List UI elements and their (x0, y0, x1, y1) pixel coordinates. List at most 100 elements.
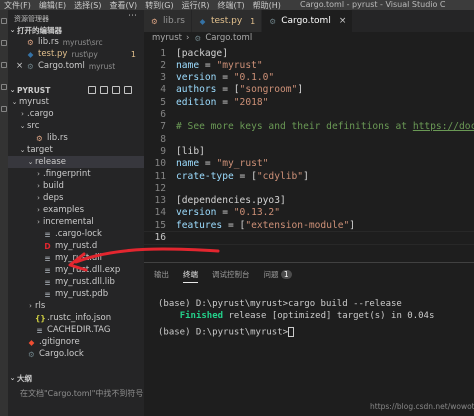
tree-folder[interactable]: › .cargo (8, 108, 144, 120)
collapse-all-icon[interactable] (124, 86, 132, 94)
tab-output[interactable]: 输出 (154, 269, 169, 283)
code-token: = (216, 72, 234, 84)
tree-folder[interactable]: ⌄ src (8, 120, 144, 132)
new-folder-icon[interactable] (100, 86, 108, 94)
code-text: version = "0.13.2" (176, 207, 280, 218)
extensions-icon[interactable] (1, 106, 7, 112)
open-editor-item[interactable]: ⚙ lib.rs myrust\src (8, 36, 144, 48)
code-token: = [ (216, 84, 240, 96)
code-token: = [ (233, 170, 257, 182)
problem-count-badge: 1 (130, 49, 136, 59)
open-editor-item[interactable]: × ⚙ Cargo.toml myrust (8, 60, 144, 72)
code-token: # See more keys and their definitions at (176, 121, 413, 133)
line-number: 13 (154, 195, 166, 207)
run-debug-icon[interactable] (1, 84, 7, 90)
outline-header[interactable]: ⌄ 大纲 (8, 372, 144, 384)
code-token: [package] (176, 47, 228, 59)
chevron-down-icon: ⌄ (11, 98, 18, 106)
tab-debug-console[interactable]: 调试控制台 (212, 269, 250, 283)
tree-folder[interactable]: › build (8, 180, 144, 192)
tab-terminal[interactable]: 终端 (183, 269, 198, 283)
code-editor[interactable]: 1 [package] 2 name = "myrust" 3 version = "0.… (144, 44, 474, 246)
tree-file[interactable]: ≡ CACHEDIR.TAG (8, 324, 144, 336)
rust-icon: ⚙ (27, 37, 34, 47)
line-number: 3 (160, 72, 166, 84)
menu-item[interactable]: 文件(F) (0, 0, 35, 10)
menu-item[interactable]: 运行(R) (178, 0, 214, 10)
source-control-icon[interactable] (1, 62, 7, 68)
files-icon[interactable] (1, 18, 7, 24)
explorer-actions (88, 84, 132, 96)
tree-file[interactable]: {} .rustc_info.json (8, 312, 144, 324)
chevron-down-icon: ⌄ (27, 158, 34, 166)
tree-item-label: rls (35, 301, 46, 311)
terminal-prompt[interactable]: (base) D:\pyrust\myrust> (158, 327, 295, 338)
tree-file[interactable]: ⚙ Cargo.lock (8, 348, 144, 360)
tree-folder[interactable]: › incremental (8, 216, 144, 228)
tree-folder[interactable]: ⌄ release (8, 156, 144, 168)
code-token: crate-type (176, 170, 234, 182)
line-number: 16 (154, 232, 166, 243)
menu-item[interactable]: 转到(G) (141, 0, 177, 10)
open-editor-name: Cargo.toml (38, 61, 85, 71)
activity-bar (0, 10, 8, 416)
code-token: name (176, 59, 200, 71)
code-token[interactable]: https://doc.rust (413, 121, 474, 132)
search-icon[interactable] (1, 40, 7, 46)
tree-folder[interactable]: ⌄ myrust (8, 96, 144, 108)
tree-item-label: Cargo.lock (39, 349, 84, 359)
tree-folder[interactable]: › examples (8, 204, 144, 216)
tree-folder[interactable]: › rls (8, 300, 144, 312)
editor-tab[interactable]: ⚙ Cargo.toml × (262, 10, 354, 32)
tree-file[interactable]: Dmy_rust.d (8, 240, 144, 252)
code-token: "my_rust" (216, 158, 269, 170)
breadcrumb-folder[interactable]: myrust (152, 33, 182, 43)
tree-item-label: my_rust.pdb (55, 289, 109, 299)
project-header[interactable]: ⌄ PYRUST (8, 84, 144, 96)
chevron-right-icon: › (37, 206, 40, 214)
tree-item-label: CACHEDIR.TAG (47, 325, 111, 335)
line-number: 15 (154, 219, 166, 231)
outline-empty-message: 在文档"Cargo.toml"中找不到符号 (20, 389, 144, 398)
breadcrumb-file[interactable]: Cargo.toml (205, 33, 252, 43)
tree-folder[interactable]: › deps (8, 192, 144, 204)
editor-tab[interactable]: ⚙ lib.rs (144, 10, 192, 32)
chevron-right-icon: › (21, 110, 24, 118)
tree-folder[interactable]: ⌄ target (8, 144, 144, 156)
tab-problems[interactable]: 问题 1 (264, 269, 292, 283)
tab-label: Cargo.toml (281, 16, 331, 26)
tree-item-label: .rustc_info.json (47, 313, 112, 323)
line-number: 11 (154, 170, 166, 182)
tab-bar-empty (353, 10, 474, 32)
tree-item-label: build (43, 181, 64, 191)
menu-item[interactable]: 终端(T) (213, 0, 248, 10)
more-actions-icon[interactable]: ⋯ (128, 11, 137, 21)
tree-file[interactable]: ≡ my_rust.dll (8, 252, 144, 264)
menu-item[interactable]: 查看(V) (105, 0, 141, 10)
refresh-icon[interactable] (112, 86, 120, 94)
tree-file[interactable]: ≡ .cargo-lock (8, 228, 144, 240)
tree-file[interactable]: ≡ my_rust.pdb (8, 288, 144, 300)
editor-tab[interactable]: ◆ test.py 1 (191, 10, 263, 32)
tree-file[interactable]: ≡ my_rust.dll.lib (8, 276, 144, 288)
tree-item-label: src (27, 121, 40, 131)
tree-file[interactable]: ≡ my_rust.dll.exp (8, 264, 144, 276)
tree-file[interactable]: ⚙ lib.rs (8, 132, 144, 144)
chevron-down-icon: ⌄ (19, 122, 26, 130)
new-file-icon[interactable] (88, 86, 96, 94)
line-number: 6 (160, 109, 166, 120)
code-token: "myrust" (216, 59, 263, 71)
tree-file[interactable]: ◆ .gitignore (8, 336, 144, 348)
code-token: authors (176, 84, 217, 96)
tree-folder[interactable]: › .fingerprint (8, 168, 144, 180)
open-editor-item[interactable]: ◆ test.py rust\py 1 (8, 48, 144, 60)
menu-item[interactable]: 选择(S) (70, 0, 105, 10)
close-icon[interactable]: × (339, 16, 347, 26)
explorer-title: 资源管理器 (14, 15, 49, 23)
menu-item[interactable]: 编辑(E) (35, 0, 70, 10)
window-title: Cargo.toml - pyrust - Visual Studio C (300, 0, 446, 9)
menu-item[interactable]: 帮助(H) (249, 0, 285, 10)
open-editors-header[interactable]: ⌄ 打开的编辑器 (8, 24, 144, 36)
line-number: 4 (160, 84, 166, 96)
close-icon[interactable]: × (16, 61, 26, 71)
